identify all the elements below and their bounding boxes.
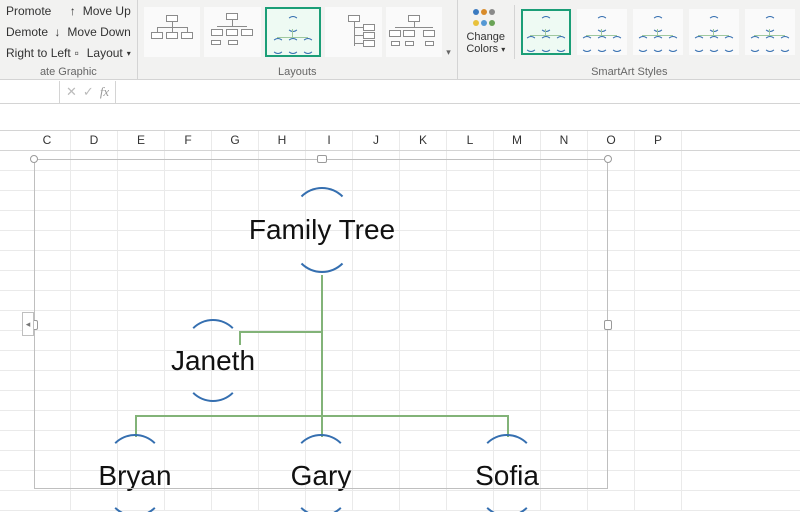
formula-bar: ✕ ✓ fx	[0, 80, 800, 104]
resize-handle[interactable]	[30, 155, 38, 163]
col-header[interactable]: M	[494, 131, 541, 150]
style-thumb-5[interactable]	[745, 9, 795, 55]
resize-handle[interactable]	[604, 320, 612, 330]
col-header[interactable]: F	[165, 131, 212, 150]
col-header[interactable]: G	[212, 131, 259, 150]
layout-dropdown[interactable]: ▫ Layout ▾	[71, 46, 131, 60]
arrow-down-icon: ↓	[51, 26, 63, 38]
change-colors-label2: Colors	[466, 43, 498, 55]
worksheet-area: C D E F G H I J K L M N O P	[0, 131, 800, 512]
group-label-create-graphic: ate Graphic	[6, 66, 131, 78]
change-colors-label1: Change	[466, 31, 505, 43]
move-down-button[interactable]: ↓ Move Down	[51, 25, 130, 39]
right-to-left-button[interactable]: Right to Left	[6, 46, 71, 60]
style-thumb-1-selected[interactable]	[521, 9, 571, 55]
layout-icon: ▫	[71, 47, 83, 59]
change-colors-button[interactable]: Change Colors ▾	[464, 9, 508, 56]
layout-label: Layout	[87, 46, 123, 60]
move-up-button[interactable]: ↑ Move Up	[67, 4, 131, 18]
ribbon: Promote ↑ Move Up Demote ↓ Move Down Rig	[0, 0, 800, 80]
layouts-more-icon[interactable]: ▾	[446, 47, 451, 62]
smartart-selection-frame[interactable]: ◂	[34, 159, 608, 489]
style-thumb-4[interactable]	[689, 9, 739, 55]
resize-handle[interactable]	[604, 155, 612, 163]
col-header[interactable]: L	[447, 131, 494, 150]
col-header[interactable]: D	[71, 131, 118, 150]
group-smartart-styles: Change Colors ▾ SmartArt Styles	[458, 0, 800, 79]
column-headers[interactable]: C D E F G H I J K L M N O P	[0, 131, 800, 151]
col-header[interactable]: E	[118, 131, 165, 150]
cancel-icon[interactable]: ✕	[66, 84, 77, 100]
layout-thumb-2[interactable]	[204, 7, 260, 57]
demote-label: Demote	[6, 25, 48, 39]
col-header[interactable]: P	[635, 131, 682, 150]
layout-thumb-1[interactable]	[144, 7, 200, 57]
chevron-down-icon: ▾	[127, 49, 131, 58]
style-thumb-2[interactable]	[577, 9, 627, 55]
formula-expand-area	[0, 104, 800, 131]
layout-thumb-3-selected[interactable]	[265, 7, 322, 57]
change-colors-icon	[473, 9, 499, 29]
chevron-down-icon: ▾	[501, 45, 505, 54]
col-header[interactable]: I	[306, 131, 353, 150]
col-header[interactable]: J	[353, 131, 400, 150]
promote-button[interactable]: Promote	[6, 4, 51, 18]
rtl-label: Right to Left	[6, 46, 71, 60]
col-header[interactable]: C	[24, 131, 71, 150]
group-label-layouts: Layouts	[144, 66, 451, 78]
name-box[interactable]	[0, 81, 60, 103]
col-header[interactable]: H	[259, 131, 306, 150]
col-header[interactable]: K	[400, 131, 447, 150]
promote-label: Promote	[6, 4, 51, 18]
style-thumb-3[interactable]	[633, 9, 683, 55]
move-down-label: Move Down	[67, 25, 130, 39]
layout-thumb-4[interactable]	[325, 7, 381, 57]
move-up-label: Move Up	[83, 4, 131, 18]
group-layouts: ▾ Layouts	[138, 0, 458, 79]
col-header[interactable]: O	[588, 131, 635, 150]
resize-handle[interactable]	[317, 155, 327, 163]
col-header[interactable]: N	[541, 131, 588, 150]
text-pane-toggle[interactable]: ◂	[22, 312, 34, 336]
group-label-styles: SmartArt Styles	[464, 66, 795, 78]
enter-icon[interactable]: ✓	[83, 84, 94, 100]
fx-label[interactable]: fx	[100, 84, 109, 100]
group-create-graphic: Promote ↑ Move Up Demote ↓ Move Down Rig	[0, 0, 138, 79]
arrow-up-icon: ↑	[67, 5, 79, 17]
demote-button[interactable]: Demote	[6, 25, 48, 39]
layout-thumb-5[interactable]	[386, 7, 442, 57]
